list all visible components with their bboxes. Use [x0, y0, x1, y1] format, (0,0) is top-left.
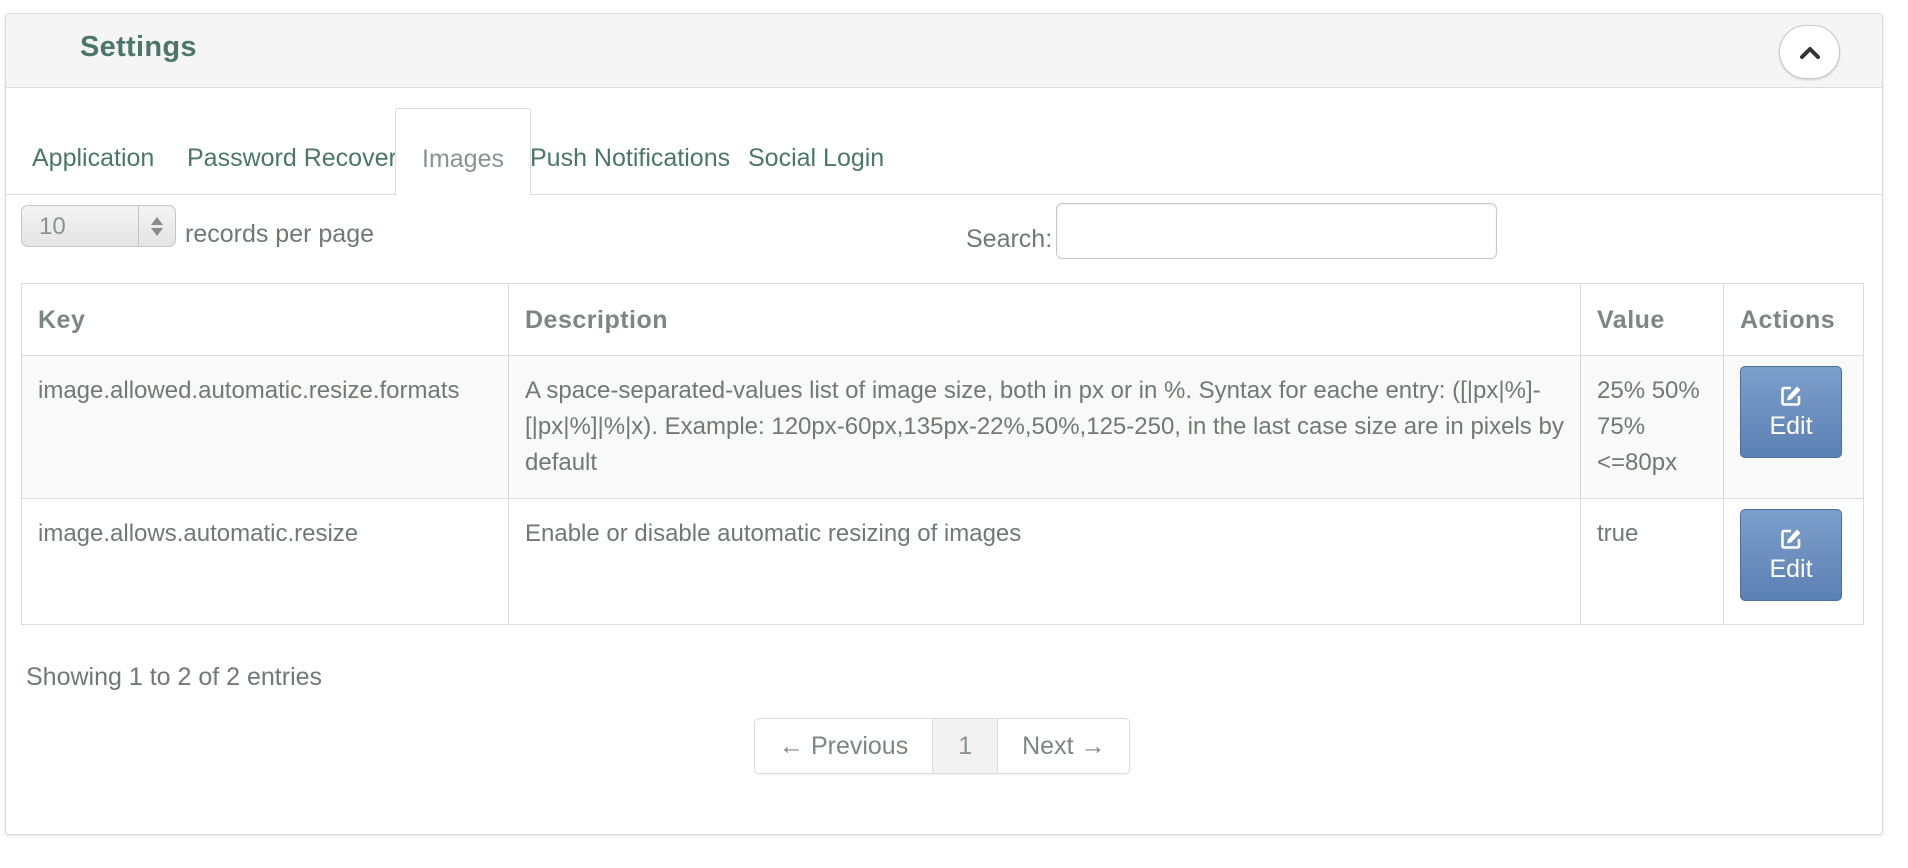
column-header-actions: Actions: [1723, 283, 1864, 356]
tab-push-notifications[interactable]: Push Notifications: [530, 108, 730, 195]
row-value-line: true: [1597, 520, 1639, 547]
chevron-up-icon: [1799, 47, 1820, 59]
edit-button-label: Edit: [1769, 555, 1813, 583]
pagination: ← Previous 1 Next →: [754, 718, 1131, 774]
edit-button[interactable]: Edit: [1740, 366, 1842, 458]
tab-bar: Application Password Recovery Images Pus…: [6, 108, 1882, 196]
collapse-button[interactable]: [1779, 25, 1840, 79]
tab-images[interactable]: Images: [395, 108, 531, 196]
row-value-line: <=80px: [1597, 449, 1678, 476]
page-button-current[interactable]: 1: [932, 719, 998, 773]
row-value: 25% 50% 75% <=80px: [1580, 355, 1724, 499]
records-per-page-value: 10: [39, 213, 66, 240]
tab-application[interactable]: Application: [32, 108, 154, 195]
tab-password-recovery[interactable]: Password Recovery: [187, 108, 409, 195]
select-arrows-icon: [138, 206, 175, 246]
row-description: A space-separated-values list of image s…: [508, 355, 1581, 499]
column-header-description[interactable]: Description: [508, 283, 1581, 356]
edit-button[interactable]: Edit: [1740, 509, 1842, 601]
panel-title: Settings: [80, 31, 197, 63]
previous-page-button[interactable]: ← Previous: [755, 719, 932, 773]
row-value: true: [1580, 498, 1724, 625]
row-value-line: 25% 50%: [1597, 377, 1700, 404]
records-per-page-label: records per page: [185, 220, 375, 248]
search-label: Search:: [966, 225, 1053, 253]
edit-icon: [1781, 529, 1801, 549]
row-value-line: 75%: [1597, 413, 1646, 440]
column-header-value[interactable]: Value: [1580, 283, 1724, 356]
next-page-button[interactable]: Next →: [997, 719, 1129, 773]
search-input[interactable]: [1056, 203, 1497, 259]
row-actions: Edit: [1723, 498, 1864, 625]
settings-table: Key Description Value Actions image.allo…: [21, 283, 1864, 625]
column-header-key[interactable]: Key: [21, 283, 509, 356]
table-info: Showing 1 to 2 of 2 entries: [26, 663, 323, 691]
row-actions: Edit: [1723, 355, 1864, 499]
row-key: image.allows.automatic.resize: [21, 498, 509, 625]
table-row: image.allowed.automatic.resize.formats A…: [21, 355, 1864, 499]
row-description: Enable or disable automatic resizing of …: [508, 498, 1581, 625]
row-key: image.allowed.automatic.resize.formats: [21, 355, 509, 499]
edit-icon: [1781, 386, 1801, 406]
edit-button-label: Edit: [1769, 412, 1813, 440]
tab-social-login[interactable]: Social Login: [748, 108, 884, 195]
records-per-page-select[interactable]: 10: [21, 205, 176, 247]
table-row: image.allows.automatic.resize Enable or …: [21, 498, 1864, 625]
panel-header: Settings: [6, 14, 1882, 88]
